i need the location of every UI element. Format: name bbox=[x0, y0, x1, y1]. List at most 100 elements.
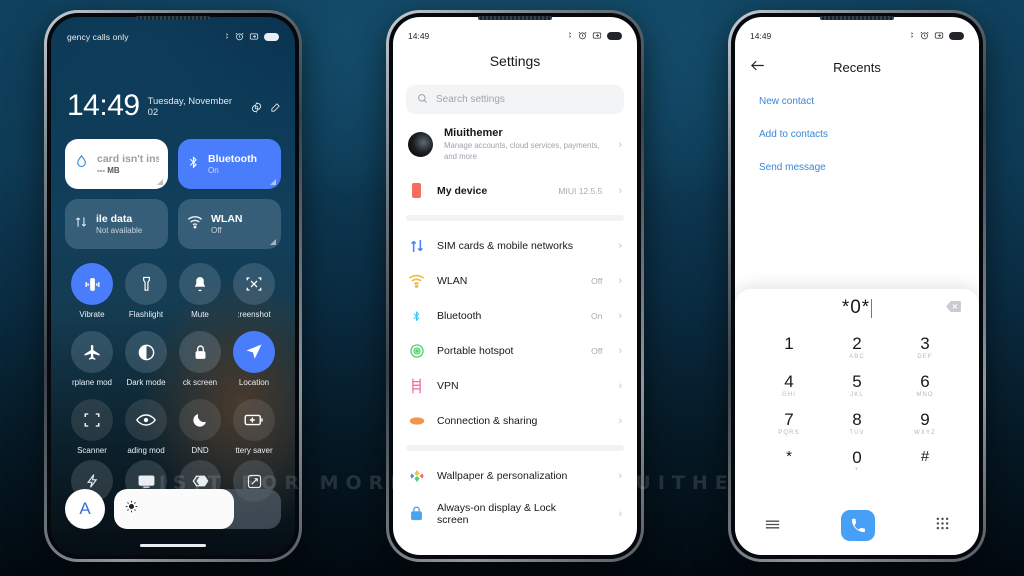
scanner-icon bbox=[71, 399, 113, 441]
toggle-vibrate[interactable]: Vibrate bbox=[65, 263, 119, 319]
clock-date: Tuesday, November 02 bbox=[147, 96, 233, 118]
toggle-screenshot[interactable]: :reenshot bbox=[227, 263, 281, 319]
home-indicator[interactable] bbox=[140, 543, 206, 547]
row-label: VPN bbox=[437, 379, 459, 392]
back-arrow-icon[interactable] bbox=[750, 59, 772, 76]
search-input[interactable]: Search settings bbox=[406, 85, 624, 114]
row-label: SIM cards & mobile networks bbox=[437, 239, 573, 252]
toggle-scanner[interactable]: Scanner bbox=[65, 399, 119, 455]
gear-icon[interactable] bbox=[251, 100, 262, 121]
keypad-icon[interactable] bbox=[936, 517, 949, 535]
key-letters: MNO bbox=[916, 391, 934, 398]
backspace-icon[interactable] bbox=[946, 299, 961, 317]
sun-icon bbox=[125, 500, 138, 518]
toggle-location[interactable]: Location bbox=[227, 331, 281, 387]
tile-expand-corner[interactable] bbox=[270, 179, 276, 185]
dial-key-hash[interactable]: # bbox=[891, 445, 959, 479]
wallpaper-icon bbox=[408, 467, 425, 484]
account-row[interactable]: Miuithemer Manage accounts, cloud servic… bbox=[393, 114, 637, 173]
edit-icon[interactable] bbox=[270, 100, 281, 121]
settings-row-hotspot[interactable]: Portable hotspot Off › bbox=[393, 333, 637, 368]
section-divider bbox=[406, 445, 624, 452]
recents-header: Recents bbox=[735, 54, 979, 80]
dial-key-8[interactable]: 8 TUV bbox=[823, 407, 891, 441]
tile-expand-corner[interactable] bbox=[270, 239, 276, 245]
toggle-label: Dark mode bbox=[126, 378, 166, 387]
phone2-screen: 14:49 Settings Search settings Miuitheme… bbox=[393, 17, 637, 555]
dial-key-5[interactable]: 5 JKL bbox=[823, 369, 891, 403]
toggle-lock-screen[interactable]: ck screen bbox=[173, 331, 227, 387]
toggle-battery-saver[interactable]: ttery saver bbox=[227, 399, 281, 455]
settings-row-lockscreen[interactable]: Always-on display & Lock screen › bbox=[393, 493, 637, 535]
dark-mode-icon bbox=[125, 331, 167, 373]
phone-control-center: gency calls only 14:49 Tuesday, November… bbox=[44, 10, 302, 562]
toggle-label: Flashlight bbox=[128, 310, 164, 319]
hotspot-icon bbox=[408, 342, 425, 359]
chevron-right-icon: › bbox=[618, 469, 622, 482]
auto-brightness-button[interactable]: A bbox=[65, 489, 105, 529]
tile-bluetooth[interactable]: Bluetooth On bbox=[178, 139, 281, 189]
toggle-flashlight[interactable]: Flashlight bbox=[119, 263, 173, 319]
dial-key-4[interactable]: 4 GHI bbox=[755, 369, 823, 403]
toggle-dnd[interactable]: DND bbox=[173, 399, 227, 455]
dial-key-1[interactable]: 1 bbox=[755, 331, 823, 365]
toggle-dark-mode[interactable]: Dark mode bbox=[119, 331, 173, 387]
toggle-airplane-mode[interactable]: rplane mod bbox=[65, 331, 119, 387]
dial-input[interactable]: *0* bbox=[735, 289, 979, 327]
key-digit: * bbox=[786, 447, 792, 465]
tile-data-usage[interactable]: card isn't insta --- MB bbox=[65, 139, 168, 189]
settings-row-connection-sharing[interactable]: Connection & sharing › bbox=[393, 403, 637, 438]
row-value: MIUI 12.5.5 bbox=[558, 185, 603, 196]
toggle-reading-mode[interactable]: ading mod bbox=[119, 399, 173, 455]
dial-key-6[interactable]: 6 MNO bbox=[891, 369, 959, 403]
tile-wlan[interactable]: WLAN Off bbox=[178, 199, 281, 249]
chevron-right-icon: › bbox=[618, 239, 622, 252]
action-add-to-contacts[interactable]: Add to contacts bbox=[759, 129, 979, 140]
lockscreen-icon bbox=[408, 506, 425, 523]
dial-key-3[interactable]: 3 DEF bbox=[891, 331, 959, 365]
row-value: Off bbox=[591, 345, 603, 356]
screenshot-root: VISIT FOR MORE THEMES - MIUITHEMER.COM g… bbox=[0, 0, 1024, 576]
key-digit: 3 bbox=[920, 334, 930, 353]
toggle-label: ttery saver bbox=[235, 446, 273, 455]
row-label: Portable hotspot bbox=[437, 344, 514, 357]
earpiece-speaker bbox=[136, 16, 210, 20]
call-button[interactable] bbox=[841, 510, 875, 541]
chevron-right-icon: › bbox=[618, 274, 622, 287]
text-caret bbox=[871, 298, 873, 318]
phone2-bezel: 14:49 Settings Search settings Miuitheme… bbox=[389, 13, 641, 559]
action-new-contact[interactable]: New contact bbox=[759, 96, 979, 107]
dial-key-9[interactable]: 9 WXYZ bbox=[891, 407, 959, 441]
settings-row-sim[interactable]: SIM cards & mobile networks › bbox=[393, 228, 637, 263]
settings-group-connectivity: SIM cards & mobile networks › WLAN Off › bbox=[393, 228, 637, 438]
toggle-label: Mute bbox=[191, 310, 209, 319]
recents-actions: New contact Add to contacts Send message bbox=[735, 80, 979, 173]
tile-mobile-data[interactable]: ile data Not available bbox=[65, 199, 168, 249]
dial-key-star[interactable]: * bbox=[755, 445, 823, 479]
brightness-slider[interactable] bbox=[114, 489, 281, 529]
settings-row-bluetooth[interactable]: Bluetooth On › bbox=[393, 298, 637, 333]
toggle-label: Scanner bbox=[77, 446, 107, 455]
settings-row-wallpaper[interactable]: Wallpaper & personalization › bbox=[393, 458, 637, 493]
key-letters: ABC bbox=[849, 353, 865, 360]
toggle-label: rplane mod bbox=[71, 378, 113, 387]
row-label: Connection & sharing bbox=[437, 414, 538, 427]
battery-icon bbox=[949, 32, 964, 40]
row-label: My device bbox=[437, 184, 488, 197]
settings-row-my-device[interactable]: My device MIUI 12.5.5 › bbox=[393, 173, 637, 208]
action-send-message[interactable]: Send message bbox=[759, 162, 979, 173]
airplane-icon bbox=[71, 331, 113, 373]
settings-row-vpn[interactable]: VPN › bbox=[393, 368, 637, 403]
toggle-mute[interactable]: Mute bbox=[173, 263, 227, 319]
row-label: Bluetooth bbox=[437, 309, 482, 322]
dial-key-0[interactable]: 0 + bbox=[823, 445, 891, 479]
chevron-right-icon: › bbox=[618, 184, 622, 197]
dial-key-2[interactable]: 2 ABC bbox=[823, 331, 891, 365]
dial-key-7[interactable]: 7 PQRS bbox=[755, 407, 823, 441]
tile-title: Bluetooth bbox=[208, 152, 257, 165]
screenshot-icon bbox=[233, 263, 275, 305]
settings-row-wlan[interactable]: WLAN Off › bbox=[393, 263, 637, 298]
menu-icon[interactable] bbox=[765, 517, 780, 535]
tile-expand-corner[interactable] bbox=[157, 179, 163, 185]
phone-settings: 14:49 Settings Search settings Miuitheme… bbox=[386, 10, 644, 562]
